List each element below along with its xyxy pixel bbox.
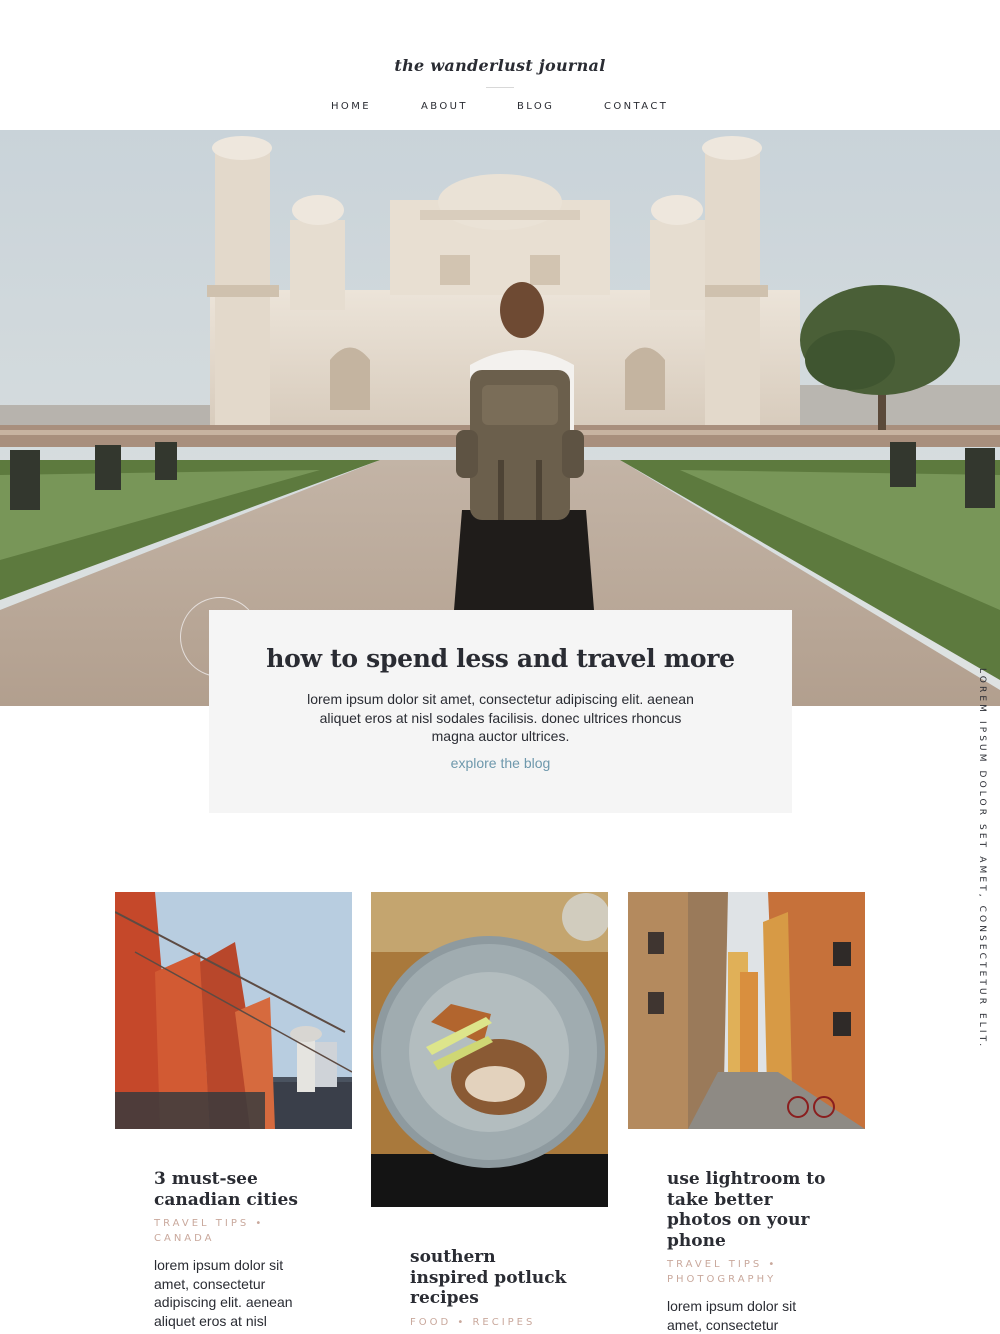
post-category: TRAVEL TIPS • CANADA	[154, 1217, 344, 1246]
post-excerpt-line: aliquet eros at nisl	[154, 1312, 267, 1329]
post-excerpt: lorem ipsum dolor sit amet, consectetur	[667, 1297, 857, 1334]
post-category-line: FOOD • RECIPES	[410, 1317, 536, 1328]
featured-post-card: how to spend less and travel more lorem …	[209, 610, 792, 813]
featured-post-excerpt: lorem ipsum dolor sit amet, consectetur …	[307, 691, 694, 744]
post-title-line: take better	[667, 1189, 773, 1210]
post-title-line: phone	[667, 1230, 726, 1251]
post-category-line: TRAVEL TIPS •	[154, 1218, 265, 1229]
post-title-line: 3 must-see	[154, 1169, 258, 1189]
post-excerpt-line: amet, consectetur	[154, 1275, 266, 1292]
post-title-line: canadian cities	[154, 1189, 298, 1210]
post-image-lightroom[interactable]	[628, 892, 865, 1129]
post-excerpt-line: lorem ipsum dolor sit	[667, 1298, 797, 1314]
site-brand[interactable]: the wanderlust journal	[0, 56, 1000, 75]
post-category-line: TRAVEL TIPS •	[667, 1259, 778, 1270]
post-excerpt-line: amet, consectetur	[667, 1316, 779, 1333]
post-title-line: photos on your	[667, 1210, 810, 1230]
post-category: FOOD • RECIPES	[410, 1316, 600, 1331]
post-title-line: recipes	[410, 1288, 479, 1308]
post-image-potluck-recipes[interactable]	[371, 892, 608, 1207]
post-excerpt: lorem ipsum dolor sit amet, consectetur …	[154, 1256, 344, 1330]
post-excerpt-line: adipiscing elit. aenean	[154, 1294, 293, 1310]
post-card: use lightroom to take better photos on y…	[628, 892, 865, 1334]
post-card: southern inspired potluck recipes FOOD •…	[371, 892, 608, 1334]
post-excerpt-line: lorem ipsum dolor sit	[154, 1257, 284, 1273]
post-card: 3 must-see canadian cities TRAVEL TIPS •…	[115, 892, 352, 1334]
post-title-line: use lightroom to	[667, 1169, 826, 1189]
nav-home[interactable]: HOME	[331, 101, 371, 112]
featured-post-title[interactable]: how to spend less and travel more	[209, 644, 792, 673]
brand-divider	[486, 87, 514, 88]
side-tagline: LOREM IPSUM DOLOR SET AMET, CONSECTETUR …	[977, 668, 987, 1050]
explore-blog-link[interactable]: explore the blog	[209, 755, 792, 771]
post-title-canadian-cities[interactable]: 3 must-see canadian cities	[154, 1169, 344, 1210]
main-nav: HOME ABOUT BLOG CONTACT	[0, 101, 1000, 115]
post-category-line: CANADA	[154, 1232, 215, 1244]
nav-contact[interactable]: CONTACT	[604, 101, 668, 112]
nav-blog[interactable]: BLOG	[517, 101, 554, 112]
post-title-potluck-recipes[interactable]: southern inspired potluck recipes	[410, 1247, 600, 1309]
post-title-line: southern	[410, 1247, 496, 1267]
nav-about[interactable]: ABOUT	[421, 101, 468, 112]
post-category-line: PHOTOGRAPHY	[667, 1273, 777, 1285]
post-title-lightroom[interactable]: use lightroom to take better photos on y…	[667, 1169, 857, 1251]
post-image-canadian-cities[interactable]	[115, 892, 352, 1129]
post-title-line: inspired potluck	[410, 1267, 567, 1288]
post-category: TRAVEL TIPS • PHOTOGRAPHY	[667, 1258, 857, 1287]
